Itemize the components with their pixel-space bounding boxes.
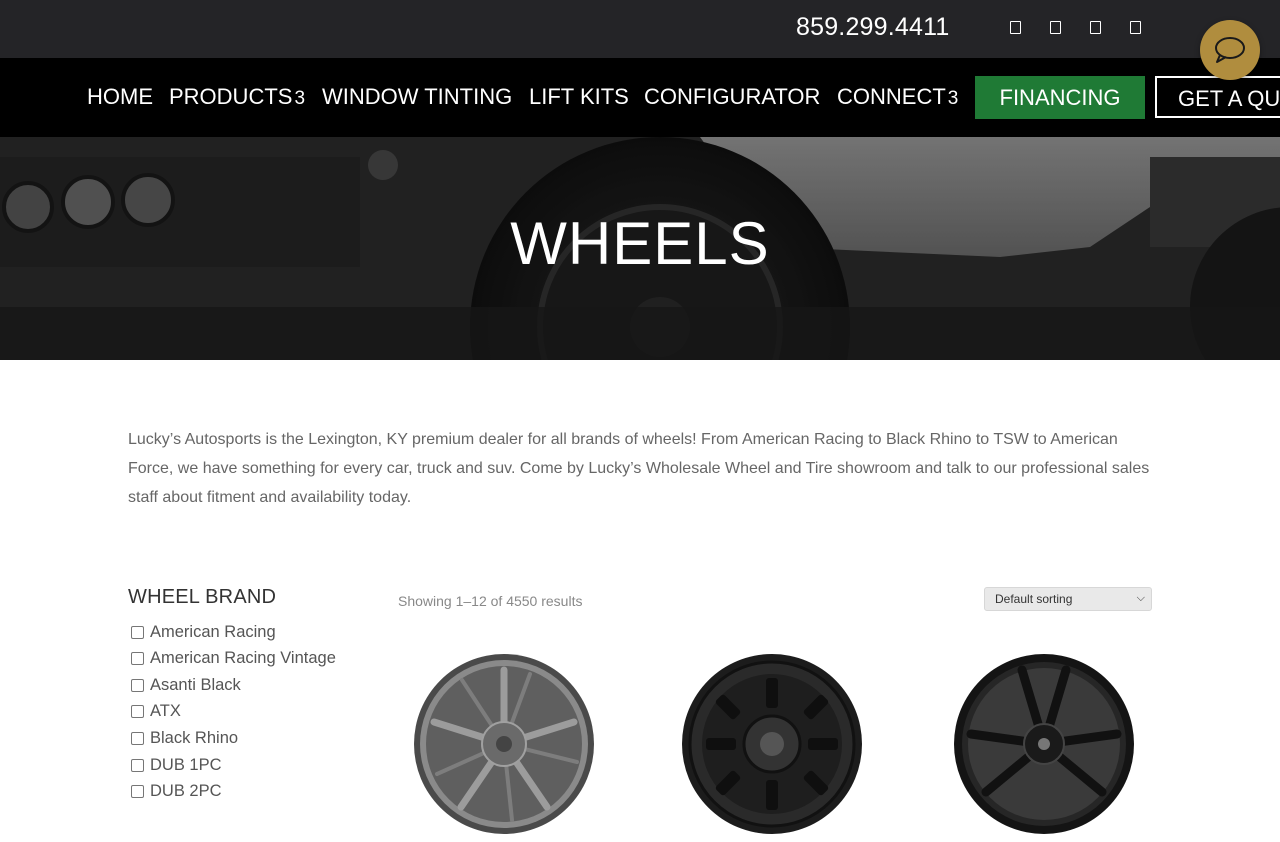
nav-connect[interactable]: CONNECT 3 bbox=[837, 84, 958, 110]
dropdown-indicator: 3 bbox=[947, 88, 959, 109]
top-bar: 859.299.4411 bbox=[0, 0, 1280, 58]
checkbox[interactable] bbox=[131, 678, 144, 692]
nav-label: CONFIGURATOR bbox=[644, 84, 821, 109]
wheel-product-image bbox=[954, 654, 1134, 834]
hero-banner: WHEELS bbox=[0, 137, 1280, 360]
brand-label: American Racing bbox=[150, 622, 276, 641]
nav-label: WINDOW TINTING bbox=[322, 84, 513, 109]
brand-filter-item[interactable]: American Racing Vintage bbox=[131, 647, 336, 669]
filter-title: WHEEL BRAND bbox=[128, 586, 277, 608]
financing-button[interactable]: FINANCING bbox=[975, 76, 1145, 119]
product-card-wheel[interactable] bbox=[952, 652, 1137, 837]
brand-filter-item[interactable]: Black Rhino bbox=[131, 727, 238, 749]
nav-label: HOME bbox=[87, 84, 153, 109]
brand-label: Asanti Black bbox=[150, 675, 241, 694]
brand-label: ATX bbox=[150, 701, 181, 720]
sort-selected-value: Default sorting bbox=[995, 592, 1073, 606]
nav-label: CONNECT bbox=[837, 84, 946, 109]
dropdown-indicator: 3 bbox=[294, 88, 306, 109]
brand-filter-item[interactable]: DUB 2PC bbox=[131, 780, 222, 802]
main-nav: HOME PRODUCTS 3 WINDOW TINTING LIFT KITS … bbox=[0, 58, 1280, 137]
result-count: Showing 1–12 of 4550 results bbox=[398, 593, 583, 609]
checkbox[interactable] bbox=[131, 731, 144, 745]
brand-filter-item[interactable]: Asanti Black bbox=[131, 674, 241, 696]
social-icon[interactable] bbox=[1010, 21, 1021, 34]
social-icon[interactable] bbox=[1090, 21, 1101, 34]
chat-bubble-icon bbox=[1215, 37, 1245, 63]
social-icon[interactable] bbox=[1130, 21, 1141, 34]
checkbox[interactable] bbox=[131, 704, 144, 718]
phone-number[interactable]: 859.299.4411 bbox=[796, 13, 949, 42]
brand-label: Black Rhino bbox=[150, 728, 239, 747]
nav-home[interactable]: HOME bbox=[87, 84, 153, 110]
brand-label: DUB 1PC bbox=[150, 755, 222, 774]
sort-dropdown[interactable]: Default sorting ⌵ bbox=[984, 587, 1152, 611]
product-card-wheel[interactable] bbox=[412, 652, 597, 837]
brand-filter-item[interactable]: ATX bbox=[131, 700, 181, 722]
nav-products[interactable]: PRODUCTS 3 bbox=[169, 84, 305, 110]
brand-filter-item[interactable]: American Racing bbox=[131, 621, 276, 643]
product-card-wheel[interactable] bbox=[680, 652, 865, 837]
get-a-quote-button[interactable]: GET A QUOTE bbox=[1155, 76, 1280, 118]
nav-label: PRODUCTS bbox=[169, 84, 293, 109]
chevron-down-icon: ⌵ bbox=[1136, 592, 1145, 604]
brand-label: DUB 2PC bbox=[150, 781, 222, 800]
nav-lift-kits[interactable]: LIFT KITS bbox=[529, 84, 629, 110]
wheel-product-image bbox=[682, 654, 862, 834]
checkbox[interactable] bbox=[131, 784, 144, 798]
brand-label: American Racing Vintage bbox=[150, 648, 336, 667]
brand-filter-item[interactable]: DUB 1PC bbox=[131, 754, 222, 776]
nav-configurator[interactable]: CONFIGURATOR bbox=[644, 84, 820, 110]
page-title: WHEELS bbox=[510, 210, 770, 277]
chat-button[interactable] bbox=[1200, 20, 1260, 80]
nav-window-tinting[interactable]: WINDOW TINTING bbox=[322, 84, 512, 110]
intro-paragraph: Lucky’s Autosports is the Lexington, KY … bbox=[128, 431, 1150, 506]
checkbox[interactable] bbox=[131, 758, 144, 772]
wheel-product-image bbox=[414, 654, 594, 834]
checkbox[interactable] bbox=[131, 625, 144, 639]
nav-label: LIFT KITS bbox=[529, 84, 629, 109]
checkbox[interactable] bbox=[131, 651, 144, 665]
social-icon[interactable] bbox=[1050, 21, 1061, 34]
